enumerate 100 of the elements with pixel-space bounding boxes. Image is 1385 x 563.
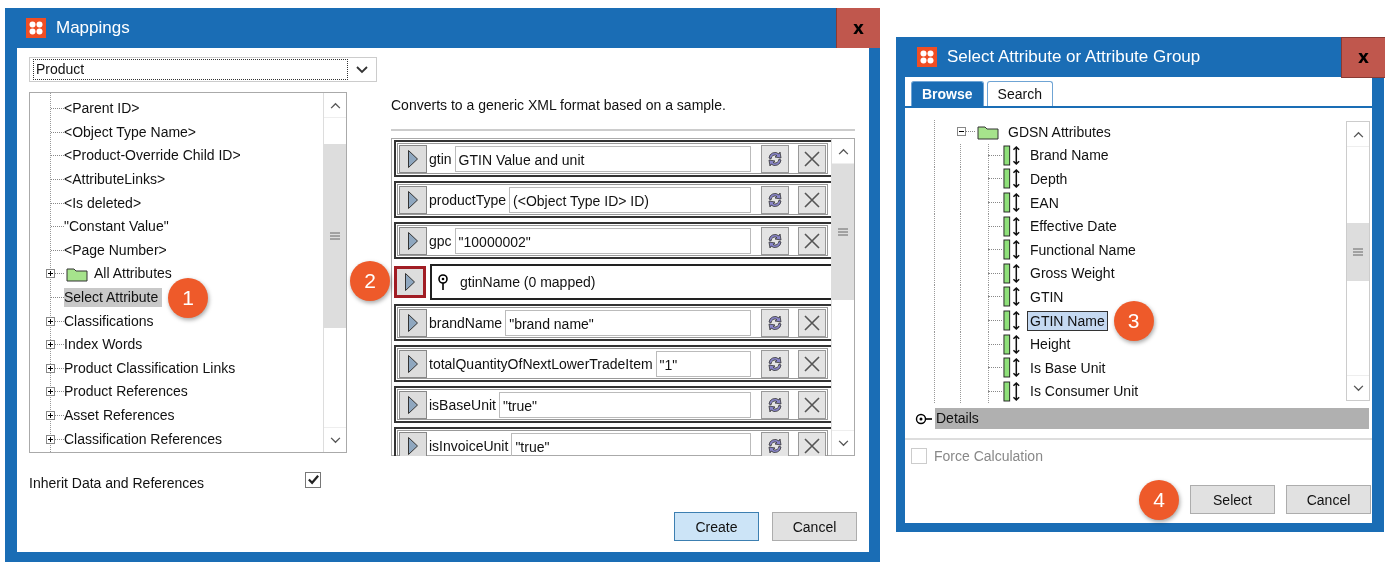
app-logo-icon <box>26 18 46 38</box>
pin-icon <box>438 273 448 290</box>
expand-icon[interactable] <box>46 387 55 397</box>
attribute-icon <box>1003 168 1022 190</box>
mapping-value-field[interactable]: "10000002" <box>454 227 751 254</box>
expand-icon[interactable] <box>46 340 55 350</box>
window-title: Select Attribute or Attribute Group <box>947 47 1201 67</box>
close-icon <box>802 394 822 415</box>
expand-icon[interactable] <box>46 411 55 420</box>
tree-item[interactable]: Functional Name <box>1027 239 1139 260</box>
expand-icon[interactable] <box>46 434 55 444</box>
mapping-value-field[interactable]: "brand name" <box>505 309 751 336</box>
mapping-name: gpc <box>429 232 452 249</box>
tree-item[interactable]: "Constant Value" <box>64 217 171 237</box>
tree-item[interactable]: Classification References <box>64 429 224 449</box>
expand-button[interactable] <box>399 390 427 419</box>
delete-button[interactable] <box>798 144 826 173</box>
close-button[interactable]: x <box>1341 36 1385 78</box>
expand-button[interactable] <box>399 226 427 255</box>
expand-button[interactable] <box>399 431 427 456</box>
inherit-checkbox[interactable] <box>305 471 321 488</box>
tree-item[interactable]: Asset References <box>64 406 177 425</box>
refresh-button[interactable] <box>761 185 789 214</box>
mapping-value-field[interactable]: (<Object Type ID> ID) <box>509 186 751 213</box>
triangle-icon <box>407 394 419 415</box>
refresh-button[interactable] <box>761 431 789 456</box>
window-title: Mappings <box>56 18 130 38</box>
force-calculation-label: Force Calculation <box>934 448 1043 464</box>
scrollbar-thumb[interactable] <box>324 144 346 328</box>
triangle-icon <box>407 353 419 374</box>
refresh-button[interactable] <box>761 390 789 419</box>
expand-icon[interactable] <box>46 363 55 373</box>
scrollbar-thumb[interactable] <box>1347 223 1369 281</box>
refresh-button[interactable] <box>761 308 789 337</box>
tree-item[interactable]: GTIN <box>1027 286 1067 307</box>
scrollbar-thumb[interactable] <box>832 164 854 300</box>
expand-button[interactable] <box>399 308 427 337</box>
refresh-button[interactable] <box>761 144 789 173</box>
chevron-up-icon <box>329 101 341 109</box>
tree-item[interactable]: Effective Date <box>1027 216 1120 237</box>
tree-item[interactable]: EAN <box>1027 192 1062 213</box>
delete-button[interactable] <box>798 308 826 337</box>
expand-icon[interactable] <box>46 316 55 326</box>
refresh-button[interactable] <box>761 226 789 255</box>
expand-button[interactable] <box>399 349 427 378</box>
attribute-icon <box>1003 310 1022 332</box>
expand-button[interactable] <box>394 265 426 298</box>
tab[interactable]: Browse <box>911 81 984 106</box>
details-header[interactable]: Details <box>935 408 1369 429</box>
create-button[interactable]: Create <box>674 512 759 541</box>
tree-item[interactable]: Product Classification Links <box>64 358 238 378</box>
step-callout: 4 <box>1139 479 1179 520</box>
tree-item[interactable]: Brand Name <box>1027 145 1112 166</box>
tree-item[interactable]: <Product-Override Child ID> <box>64 146 243 166</box>
delete-button[interactable] <box>798 226 826 255</box>
triangle-icon <box>407 230 419 251</box>
mapping-value-field[interactable]: "true" <box>498 391 751 418</box>
close-icon <box>802 230 822 251</box>
toggle-icon[interactable] <box>915 412 933 425</box>
tree-item[interactable]: <Object Type Name> <box>64 122 199 142</box>
close-button[interactable]: x <box>836 8 880 48</box>
mapping-value-field[interactable]: GTIN Value and unit <box>454 145 751 172</box>
cancel-button[interactable]: Cancel <box>1286 485 1371 514</box>
delete-button[interactable] <box>798 431 826 456</box>
expand-button[interactable] <box>399 144 427 173</box>
type-dropdown[interactable]: Product <box>29 57 377 82</box>
delete-button[interactable] <box>798 349 826 378</box>
triangle-icon <box>404 271 416 292</box>
mapping-name: productType <box>429 191 507 208</box>
delete-button[interactable] <box>798 390 826 419</box>
triangle-icon <box>407 435 419 456</box>
select-button[interactable]: Select <box>1190 485 1275 514</box>
tree-item[interactable]: GTIN Name <box>1027 310 1108 331</box>
tree-item[interactable]: Select Attribute <box>64 288 163 308</box>
tree-item[interactable]: Height <box>1027 334 1074 355</box>
close-icon <box>802 353 822 374</box>
expand-button[interactable] <box>399 185 427 214</box>
tree-item[interactable]: Gross Weight <box>1027 263 1118 284</box>
folder-icon <box>977 123 999 140</box>
cancel-button[interactable]: Cancel <box>772 512 857 541</box>
mapping-value-field[interactable]: "true" <box>511 432 751 456</box>
tree-item[interactable]: Product References <box>64 382 190 402</box>
tree-item[interactable]: Is Base Unit <box>1027 357 1109 378</box>
collapse-icon[interactable] <box>957 127 966 137</box>
tree-item[interactable]: Depth <box>1027 169 1071 189</box>
tree-item[interactable]: Is Consumer Unit <box>1027 381 1142 402</box>
tree-item[interactable]: <Parent ID> <box>64 99 142 119</box>
refresh-button[interactable] <box>761 349 789 378</box>
attribute-icon <box>1003 192 1022 214</box>
tree-item[interactable]: <Page Number> <box>64 240 169 260</box>
mapping-value-field[interactable]: "1" <box>655 350 751 377</box>
tree-item[interactable]: <Is deleted> <box>64 193 144 213</box>
expand-icon[interactable] <box>46 269 55 279</box>
tree-item[interactable]: Index Words <box>64 335 145 355</box>
tree-item[interactable]: <AttributeLinks> <box>64 170 168 190</box>
attribute-icon <box>1003 239 1022 261</box>
delete-button[interactable] <box>798 185 826 214</box>
tree-item[interactable]: Classifications <box>64 311 156 331</box>
tab[interactable]: Search <box>986 81 1053 106</box>
tree-item[interactable]: GDSN Attributes <box>1005 121 1114 142</box>
